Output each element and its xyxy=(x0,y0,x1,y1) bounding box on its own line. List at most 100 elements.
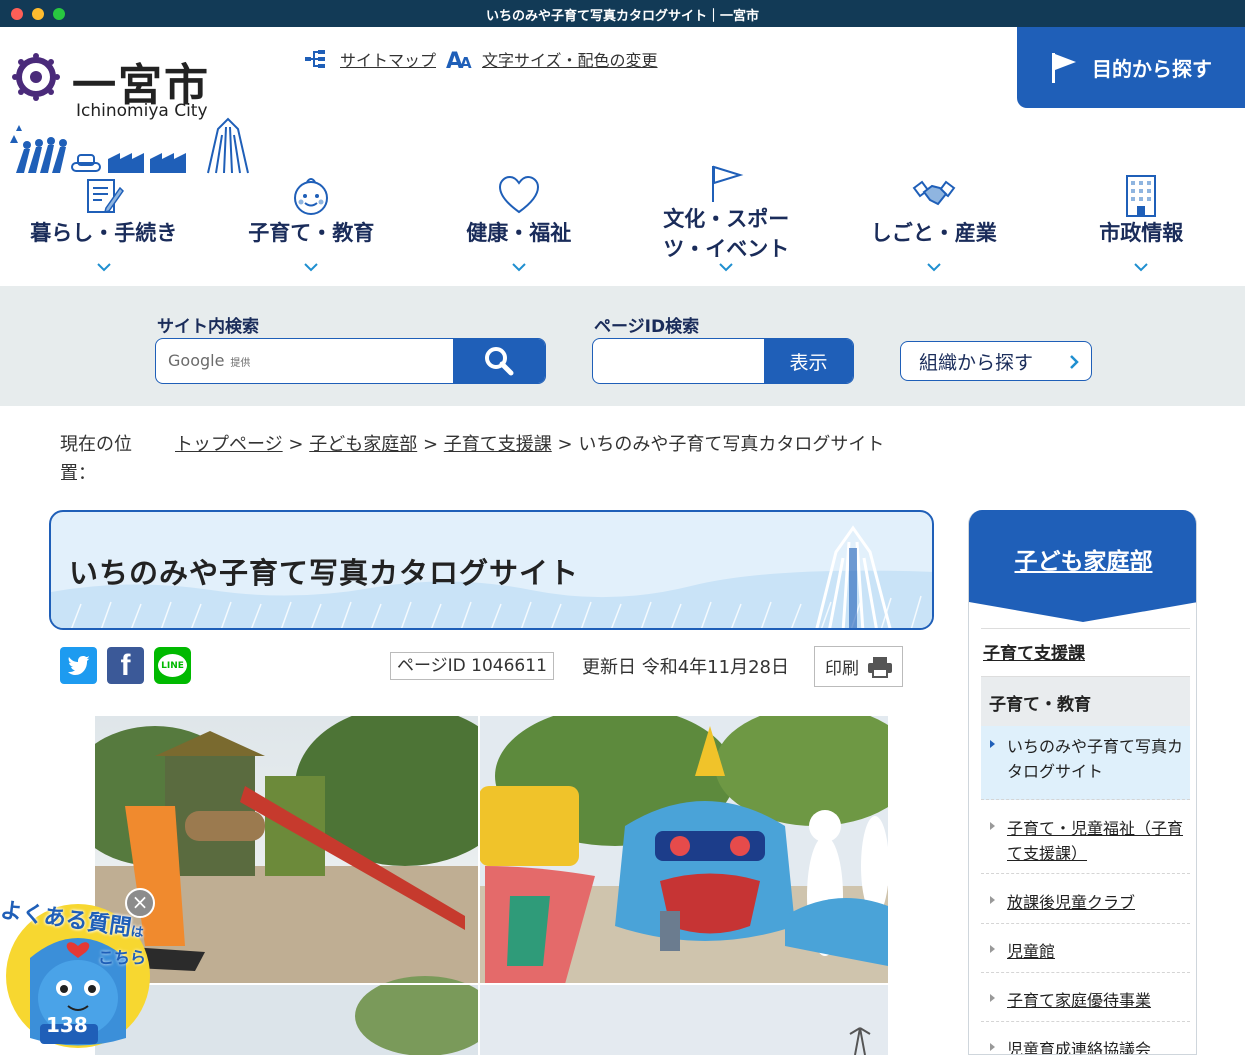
page-id: ページID 1046611 xyxy=(390,652,554,680)
building-icon xyxy=(1126,175,1157,217)
nav-label: 市政情報 xyxy=(1099,221,1184,245)
nav-item-municipal[interactable]: 市政情報 xyxy=(1038,160,1245,286)
sidebar-link-childcare-support[interactable]: 子育て支援課 xyxy=(981,628,1190,676)
breadcrumb-separator: > xyxy=(422,434,439,455)
nav-item-work[interactable]: しごと・産業 xyxy=(830,160,1038,286)
nav-item-culture[interactable]: 文化・スポーツ・イベント xyxy=(623,160,831,286)
chevron-down-icon xyxy=(1134,263,1148,272)
google-brand: Google xyxy=(168,351,225,370)
search-by-purpose-button[interactable]: 目的から探す xyxy=(1017,27,1245,108)
search-by-organization-button[interactable]: 組織から探す xyxy=(900,341,1092,381)
page-id-search-box: 表示 xyxy=(592,338,854,384)
window-title: いちのみや子育て写真カタログサイト｜一宮市 xyxy=(485,9,759,24)
facebook-icon: f xyxy=(120,648,131,682)
sidebar-item-childrens-hall[interactable]: 児童館 xyxy=(981,931,1190,973)
faq-floating-badge[interactable]: よくある質問は こちら 138 × xyxy=(0,888,160,1055)
sidebar-item-label: 子育て・児童福祉（子育て支援課） xyxy=(1007,819,1184,863)
org-button-label: 組織から探す xyxy=(919,351,1034,374)
font-size-icon: AA xyxy=(446,49,472,70)
sidebar-item-label: いちのみや子育て写真カタログサイト xyxy=(1007,737,1184,781)
sidebar-item-afterschool-club[interactable]: 放課後児童クラブ xyxy=(981,882,1190,924)
font-size-color-link[interactable]: AA 文字サイズ・配色の変更 xyxy=(446,47,658,71)
photo-catalog-grid[interactable] xyxy=(95,716,888,1055)
line-share-button[interactable]: LINE xyxy=(154,647,191,684)
page-title-box: いちのみや子育て写真カタログサイト xyxy=(49,510,934,630)
photo-blue-monster xyxy=(479,716,888,984)
nav-label: 文化・スポーツ・イベント xyxy=(663,207,790,261)
breadcrumb-current: いちのみや子育て写真カタログサイト xyxy=(578,434,885,455)
nav-label: 暮らし・手続き xyxy=(30,221,178,245)
print-label: 印刷 xyxy=(825,659,859,679)
form-icon xyxy=(86,179,124,214)
chevron-down-icon xyxy=(719,263,733,272)
twitter-icon xyxy=(67,655,90,675)
search-button[interactable] xyxy=(453,339,545,383)
nav-item-health[interactable]: 健康・福祉 xyxy=(415,160,623,286)
sitemap-link[interactable]: サイトマップ xyxy=(304,47,436,71)
breadcrumb-link-top[interactable]: トップページ xyxy=(175,434,283,455)
breadcrumb-head: 現在の位置： xyxy=(60,434,132,484)
nav-label: しごと・産業 xyxy=(870,221,997,245)
nav-item-childcare[interactable]: 子育て・教育 xyxy=(208,160,416,286)
chevron-right-icon xyxy=(1070,355,1079,369)
page-id-search-label: ページID検索 xyxy=(594,317,700,337)
faq-close-button[interactable]: × xyxy=(125,888,155,918)
page-id-show-button[interactable]: 表示 xyxy=(764,339,853,383)
site-logo[interactable]: 一宮市 Ichinomiya City xyxy=(8,49,258,174)
global-nav: 暮らし・手続き 子育て・教育 健康・福祉 文化・スポーツ・イベント しごと・産業… xyxy=(0,160,1245,286)
bullet-icon xyxy=(990,994,995,1002)
bullet-icon xyxy=(990,896,995,904)
chevron-down-icon xyxy=(97,263,111,272)
bullet-icon xyxy=(990,1043,995,1051)
updated-date: 更新日 令和4年11月28日 xyxy=(582,657,789,678)
sidebar-item-label: 児童育成連絡協議会 xyxy=(1007,1040,1152,1055)
bullet-icon xyxy=(990,945,995,953)
sidebar-item-youth-council[interactable]: 児童育成連絡協議会 xyxy=(981,1029,1190,1055)
breadcrumb-separator: > xyxy=(288,434,304,455)
sidebar-item-child-welfare[interactable]: 子育て・児童福祉（子育て支援課） xyxy=(981,808,1190,874)
baby-face-icon xyxy=(294,178,329,215)
faq-label-particle: は xyxy=(129,924,145,941)
page-title: いちのみや子育て写真カタログサイト xyxy=(69,556,580,590)
nav-label: 子育て・教育 xyxy=(248,221,375,245)
font-size-label: 文字サイズ・配色の変更 xyxy=(482,51,658,70)
search-icon xyxy=(485,347,514,376)
flag-icon xyxy=(1052,52,1076,83)
heart-icon xyxy=(498,175,539,214)
sidebar-item-label: 子育て家庭優待事業 xyxy=(1007,991,1152,1010)
breadcrumb-link-childcare-support[interactable]: 子育て支援課 xyxy=(444,434,552,455)
page-id-input[interactable] xyxy=(593,339,765,383)
facebook-share-button[interactable]: f xyxy=(107,647,144,684)
svg-text:A: A xyxy=(460,54,472,70)
handshake-icon xyxy=(912,180,956,206)
flag-icon xyxy=(712,165,744,202)
city-emblem-icon xyxy=(12,53,60,101)
breadcrumb-link-children-family[interactable]: 子ども家庭部 xyxy=(309,434,417,455)
nav-label: 健康・福祉 xyxy=(466,221,572,245)
sidebar-item-photo-catalog[interactable]: いちのみや子育て写真カタログサイト xyxy=(981,726,1190,800)
search-band: サイト内検索 Google 提供 ページID検索 表示 組織から探す xyxy=(0,286,1245,406)
bullet-icon xyxy=(990,740,995,748)
twitter-share-button[interactable] xyxy=(60,647,97,684)
photo-bottom-right xyxy=(479,984,888,1055)
site-header: 一宮市 Ichinomiya City サイトマップ AA 文字サイズ・配色の変… xyxy=(0,27,1245,174)
sidebar-header[interactable]: 子ども家庭部 xyxy=(969,510,1196,622)
sidebar-item-label: 児童館 xyxy=(1007,942,1056,961)
line-icon: LINE xyxy=(158,654,187,677)
google-provided: 提供 xyxy=(230,358,251,369)
faq-label-here: こちら xyxy=(98,948,147,967)
sitemap-label: サイトマップ xyxy=(340,51,437,70)
sidebar-item-label: 放課後児童クラブ xyxy=(1007,893,1136,912)
sidebar-item-family-benefits[interactable]: 子育て家庭優待事業 xyxy=(981,980,1190,1022)
chevron-down-icon xyxy=(304,263,318,272)
sidebar-nav: 子ども家庭部 子育て支援課 子育て・教育 いちのみや子育て写真カタログサイト 子… xyxy=(968,510,1197,1055)
search-by-purpose-label: 目的から探す xyxy=(1092,57,1212,81)
share-buttons: f LINE xyxy=(60,647,191,684)
breadcrumb-separator: > xyxy=(557,434,573,455)
chevron-down-icon xyxy=(927,263,941,272)
site-search-box: Google 提供 xyxy=(155,338,546,384)
nav-item-life[interactable]: 暮らし・手続き xyxy=(0,160,208,286)
site-search-label: サイト内検索 xyxy=(157,317,259,337)
print-button[interactable]: 印刷 xyxy=(814,646,903,687)
search-input[interactable]: Google 提供 xyxy=(168,351,250,370)
